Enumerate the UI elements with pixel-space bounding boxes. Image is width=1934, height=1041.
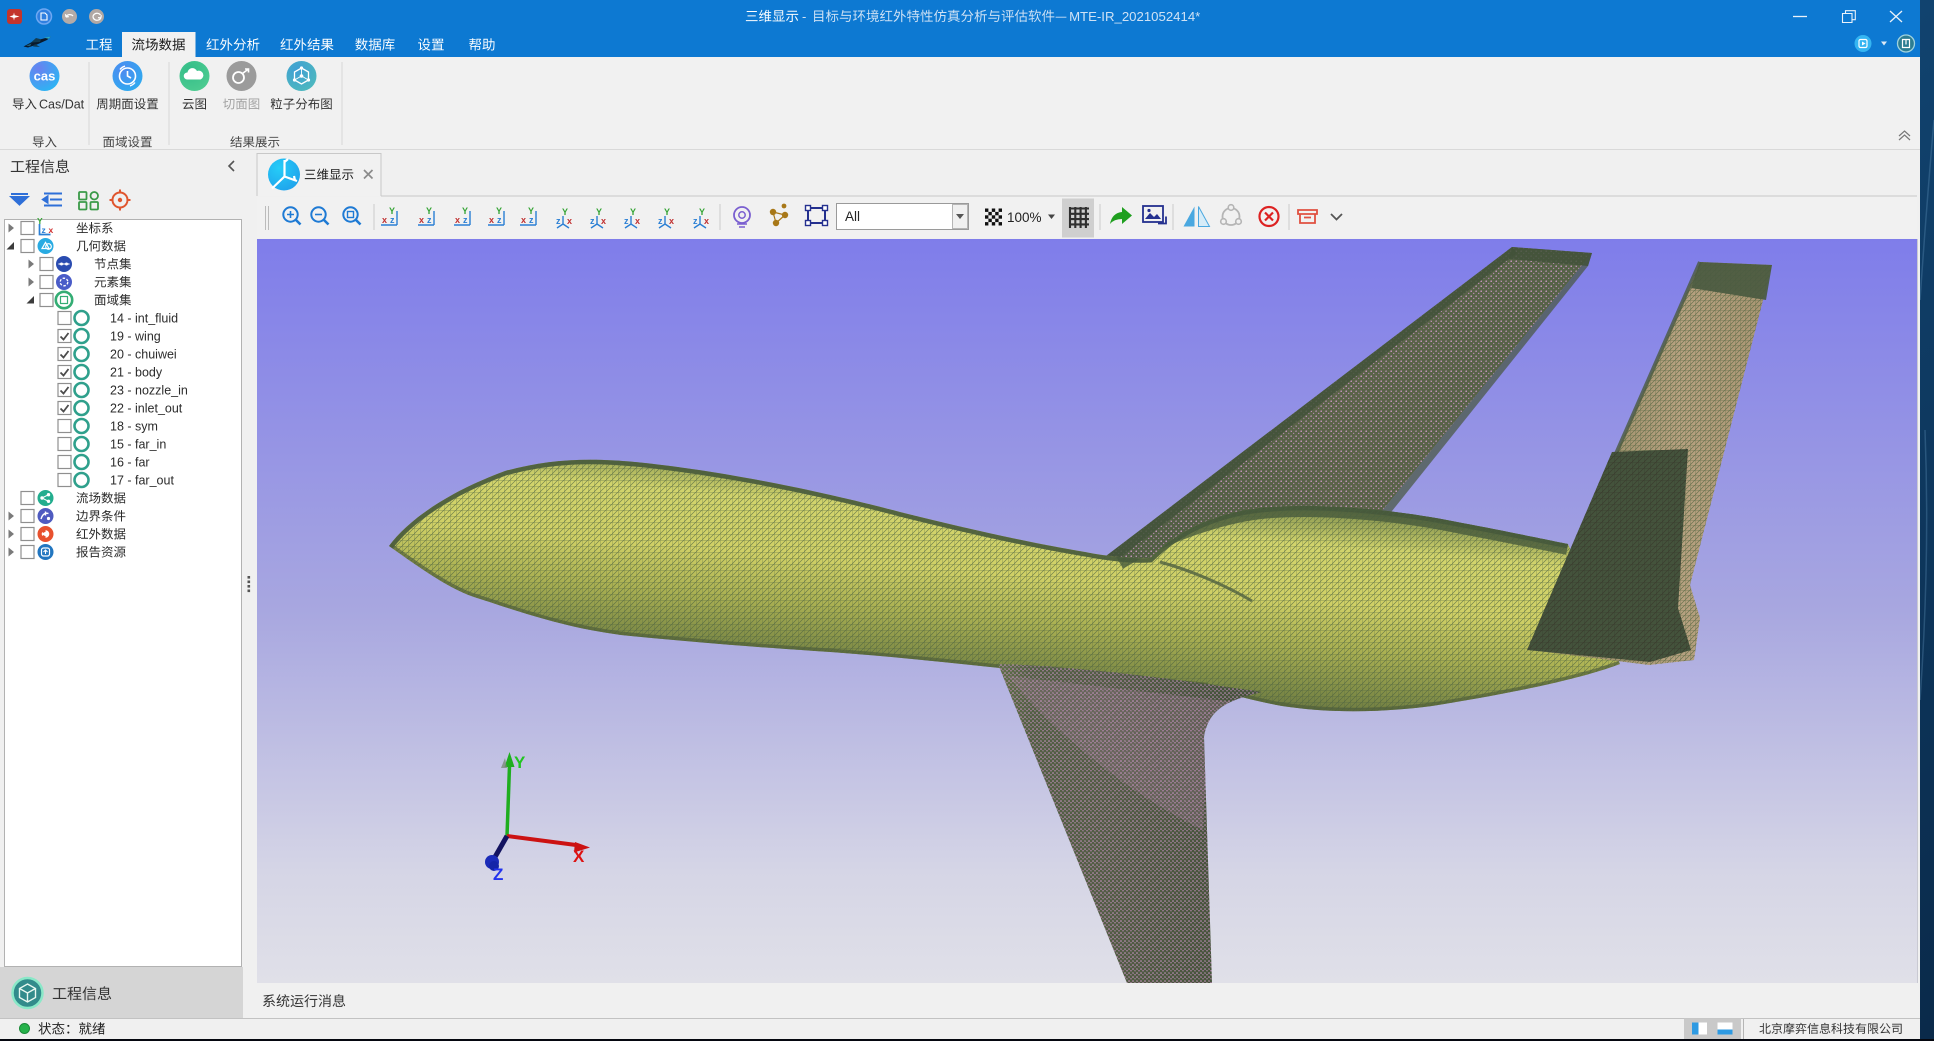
- svg-text:Y: Y: [389, 206, 395, 216]
- svg-text:x: x: [601, 216, 606, 226]
- svg-text:Y: Y: [562, 207, 568, 217]
- svg-text:14 - int_fluid: 14 - int_fluid: [110, 312, 178, 326]
- svg-text:22 - inlet_out: 22 - inlet_out: [110, 402, 183, 416]
- svg-text:z: z: [590, 216, 595, 226]
- svg-text:Z: Z: [493, 865, 503, 884]
- svg-text:All: All: [845, 209, 860, 224]
- svg-text:z: z: [42, 225, 46, 235]
- svg-text:Y: Y: [426, 206, 432, 216]
- svg-text:Y: Y: [514, 753, 526, 772]
- svg-text:Y: Y: [664, 207, 670, 217]
- svg-text:Cas/Dat: Cas/Dat: [39, 98, 85, 112]
- svg-text:z: z: [427, 215, 432, 225]
- svg-text:z: z: [693, 216, 698, 226]
- svg-text:x: x: [49, 225, 54, 235]
- svg-text:16 - far: 16 - far: [110, 456, 150, 470]
- svg-text:z: z: [463, 215, 468, 225]
- svg-text:Y: Y: [462, 206, 468, 216]
- svg-text:x: x: [382, 215, 387, 225]
- svg-text:Y: Y: [496, 206, 502, 216]
- svg-text:X: X: [573, 847, 585, 866]
- svg-text:z: z: [529, 215, 534, 225]
- svg-text:17 - far_out: 17 - far_out: [110, 474, 174, 488]
- svg-text:x: x: [704, 216, 709, 226]
- svg-text:z: z: [556, 216, 561, 226]
- svg-text:100%: 100%: [1007, 210, 1042, 225]
- svg-text:z: z: [390, 215, 395, 225]
- svg-text:x: x: [419, 215, 424, 225]
- svg-text:MTE-IR_2021052414*: MTE-IR_2021052414*: [1069, 9, 1200, 24]
- svg-text:x: x: [489, 215, 494, 225]
- svg-text:Y: Y: [528, 206, 534, 216]
- svg-text:21 - body: 21 - body: [110, 366, 163, 380]
- svg-text:18 - sym: 18 - sym: [110, 420, 158, 434]
- svg-text:x: x: [635, 216, 640, 226]
- svg-text:x: x: [521, 215, 526, 225]
- svg-text:23 - nozzle_in: 23 - nozzle_in: [110, 384, 188, 398]
- svg-text:z: z: [658, 216, 663, 226]
- svg-text:15 - far_in: 15 - far_in: [110, 438, 166, 452]
- svg-text:x: x: [669, 216, 674, 226]
- svg-text:Y: Y: [596, 207, 602, 217]
- svg-text:x: x: [455, 215, 460, 225]
- svg-text:20 - chuiwei: 20 - chuiwei: [110, 348, 177, 362]
- svg-text:z: z: [624, 216, 629, 226]
- svg-text:Y: Y: [630, 207, 636, 217]
- svg-text:19 - wing: 19 - wing: [110, 330, 161, 344]
- svg-text:Y: Y: [699, 207, 705, 217]
- svg-text:-: -: [802, 9, 806, 24]
- svg-text:cas: cas: [34, 69, 56, 84]
- svg-text:z: z: [497, 215, 502, 225]
- svg-text:x: x: [567, 216, 572, 226]
